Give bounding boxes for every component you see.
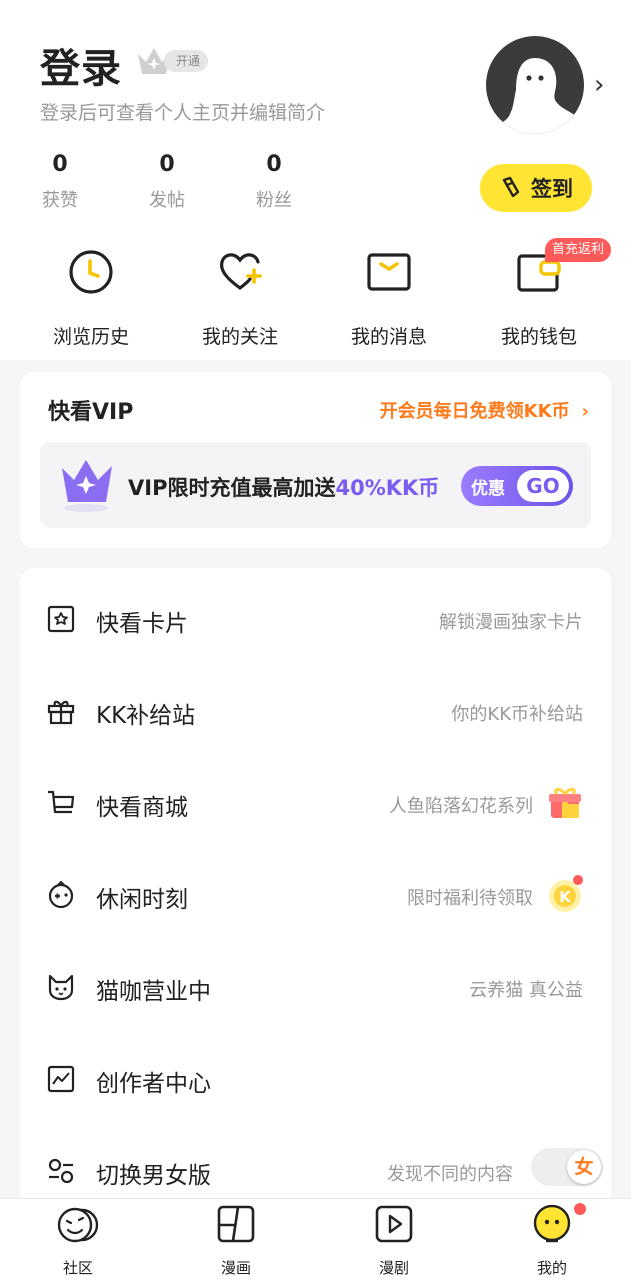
- gender-toggle[interactable]: 女: [531, 1148, 603, 1186]
- tab-label: 社区: [62, 1259, 93, 1277]
- wallet-promo-badge: 首充返利: [545, 238, 612, 262]
- quick-label: 浏览历史: [52, 326, 129, 348]
- login-title[interactable]: 登录: [40, 36, 122, 94]
- chart-icon: [47, 1065, 75, 1093]
- comic-icon: [217, 1205, 255, 1243]
- cart-icon: [48, 790, 75, 814]
- menu-title: 休闲时刻: [96, 887, 188, 913]
- heart-plus-icon: [220, 253, 262, 290]
- vip-title: 快看VIP: [48, 400, 134, 425]
- profile-face-icon: [533, 1204, 571, 1243]
- menu-hint: 解锁漫画独家卡片: [439, 612, 583, 633]
- quick-label: 我的关注: [201, 326, 278, 348]
- tab-label: 我的: [536, 1259, 567, 1277]
- purple-crown-icon: [62, 460, 112, 512]
- menu-item-leisure[interactable]: 休闲时刻 限时福利待领取 K: [20, 848, 611, 940]
- vip-card[interactable]: 快看VIP 开会员每日免费领KK币 › VIP限时充值最高加送40%KK币 优惠 …: [20, 372, 611, 548]
- stat-label: 获赞: [42, 190, 78, 211]
- kk-coin-icon: K: [549, 875, 583, 912]
- vip-open-badge[interactable]: 开通: [134, 44, 209, 78]
- card-icon: [47, 605, 75, 633]
- vip-go-text: GO: [517, 470, 569, 502]
- menu-hint: 限时福利待领取: [407, 888, 533, 909]
- menu-item-cards[interactable]: 快看卡片 解锁漫画独家卡片: [20, 572, 611, 664]
- tab-community[interactable]: 社区: [33, 1205, 123, 1278]
- menu-hint: 云养猫 真公益: [469, 980, 583, 1001]
- menu-item-supply[interactable]: KK补给站 你的KK币补给站: [20, 664, 611, 756]
- stat-value: 0: [159, 152, 175, 177]
- menu-item-cat-cafe[interactable]: 猫咖营业中 云养猫 真公益: [20, 940, 611, 1032]
- vip-go-label: 优惠: [471, 478, 505, 499]
- vip-go-button[interactable]: 优惠 GO: [461, 466, 573, 506]
- login-subtitle: 登录后可查看个人主页并编辑简介: [40, 102, 326, 124]
- cat-icon: [48, 974, 74, 1001]
- quick-label: 我的消息: [350, 326, 427, 348]
- community-icon: [57, 1207, 99, 1243]
- chevron-right-icon[interactable]: ›: [594, 70, 604, 100]
- avatar-ghost-icon: [492, 58, 578, 134]
- gamepad-icon: [48, 880, 74, 909]
- vip-banner[interactable]: VIP限时充值最高加送40%KK币 优惠 GO: [40, 442, 591, 528]
- quick-wallet[interactable]: 我的钱包: [484, 248, 594, 349]
- svg-text:K: K: [559, 888, 572, 906]
- menu-title: 猫咖营业中: [96, 979, 211, 1005]
- gender-toggle-knob: 女: [567, 1150, 601, 1184]
- stat-value: 0: [52, 152, 68, 177]
- vip-banner-text: VIP限时充值最高加送40%KK币: [128, 472, 439, 502]
- clock-icon: [69, 250, 113, 294]
- quick-following[interactable]: 我的关注: [185, 248, 295, 349]
- stat-fans[interactable]: 0 粉丝: [244, 152, 304, 212]
- stat-label: 发帖: [149, 190, 185, 211]
- quick-history[interactable]: 浏览历史: [36, 248, 146, 349]
- menu-list: 快看卡片 解锁漫画独家卡片 KK补给站 你的KK币补给站 快看商城 人鱼陷落幻花…: [20, 568, 611, 1208]
- avatar[interactable]: [486, 36, 584, 134]
- stat-label: 粉丝: [256, 190, 292, 211]
- menu-title: 快看商城: [96, 795, 188, 821]
- menu-title: 创作者中心: [96, 1071, 211, 1097]
- checkin-label: 签到: [531, 177, 573, 201]
- quick-messages[interactable]: 我的消息: [334, 248, 444, 349]
- tab-drama[interactable]: 漫剧: [349, 1205, 439, 1278]
- bottom-tab-bar: 社区 漫画 漫剧 我的: [0, 1198, 631, 1280]
- menu-title: KK补给站: [96, 703, 196, 729]
- menu-hint: 人鱼陷落幻花系列: [389, 796, 533, 817]
- menu-hint: 发现不同的内容: [387, 1164, 513, 1185]
- tab-label: 漫画: [220, 1259, 251, 1277]
- chevron-right-icon: ›: [581, 401, 589, 422]
- menu-item-mall[interactable]: 快看商城 人鱼陷落幻花系列: [20, 756, 611, 848]
- vip-banner-highlight: 40%KK币: [335, 476, 440, 500]
- menu-hint: 你的KK币补给站: [451, 704, 583, 725]
- vip-promo-text: 开会员每日免费领KK币: [379, 401, 570, 422]
- switch-icon: [48, 1158, 74, 1184]
- play-icon: [375, 1205, 413, 1243]
- menu-title: 快看卡片: [96, 611, 188, 637]
- menu-title: 切换男女版: [96, 1163, 211, 1189]
- stat-value: 0: [266, 152, 282, 177]
- stat-likes[interactable]: 0 获赞: [30, 152, 90, 212]
- gift-icon: [549, 787, 581, 818]
- tab-comics[interactable]: 漫画: [191, 1205, 281, 1278]
- message-icon: [367, 253, 411, 291]
- tab-label: 漫剧: [378, 1259, 409, 1277]
- tab-mine[interactable]: 我的: [507, 1204, 597, 1278]
- vip-promo-link[interactable]: 开会员每日免费领KK币 ›: [380, 397, 589, 423]
- stat-posts[interactable]: 0 发帖: [137, 152, 197, 212]
- checkin-button[interactable]: 签到: [480, 164, 592, 212]
- notification-dot: [574, 1203, 586, 1215]
- gift-box-icon: [47, 700, 75, 725]
- pencil-icon: [502, 176, 520, 198]
- vip-open-label: 开通: [164, 50, 209, 72]
- quick-label: 我的钱包: [500, 326, 577, 348]
- vip-banner-main: VIP限时充值最高加送: [128, 476, 336, 500]
- menu-item-creator[interactable]: 创作者中心: [20, 1032, 611, 1124]
